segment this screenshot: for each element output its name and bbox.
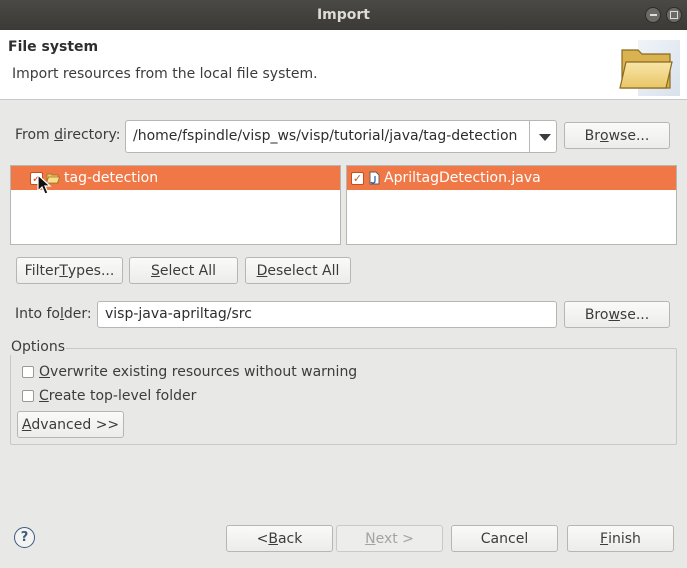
list-item-checkbox[interactable]: ✓ <box>351 171 364 185</box>
deselect-all-button[interactable]: Deselect All <box>245 257 351 284</box>
create-top-level-option[interactable]: Create top-level folder <box>22 388 196 404</box>
chevron-down-icon[interactable] <box>539 134 551 141</box>
advanced-button[interactable]: Advanced >> <box>17 411 124 438</box>
from-directory-input[interactable]: /home/fspindle/visp_ws/visp/tutorial/jav… <box>133 128 517 144</box>
create-top-level-label: Create top-level folder <box>39 388 197 404</box>
next-button[interactable]: Next > <box>336 525 443 552</box>
java-file-icon <box>369 171 380 185</box>
into-folder-input[interactable]: visp-java-apriltag/src <box>97 301 557 328</box>
file-list[interactable]: ✓ ApriltagDetection.java <box>346 165 677 245</box>
folder-banner-icon <box>619 40 680 96</box>
tree-item-label: tag-detection <box>64 170 159 186</box>
page-description: Import resources from the local file sys… <box>12 66 318 82</box>
title-bar[interactable]: Import <box>0 0 687 30</box>
browse-directory-button[interactable]: Br o wse... <box>564 122 670 149</box>
page-title: File system <box>8 39 99 55</box>
combo-separator <box>529 121 530 152</box>
into-folder-value[interactable]: visp-java-apriltag/src <box>105 306 252 322</box>
mouse-cursor-icon <box>37 174 52 195</box>
from-directory-combo[interactable]: /home/fspindle/visp_ws/visp/tutorial/jav… <box>125 120 557 153</box>
overwrite-checkbox[interactable] <box>22 366 34 378</box>
cancel-button[interactable]: Cancel <box>451 525 558 552</box>
folder-tree[interactable]: ✓ tag-detection <box>10 165 341 245</box>
wizard-header: File system Import resources from the lo… <box>0 30 687 100</box>
back-button[interactable]: < Back <box>226 525 333 552</box>
options-group-label: Options <box>10 339 67 355</box>
list-item-apriltagdetection[interactable]: ✓ ApriltagDetection.java <box>347 166 676 190</box>
select-all-button[interactable]: Select All <box>129 257 238 284</box>
filter-types-button[interactable]: Filter Types... <box>16 257 123 284</box>
tree-item-tag-detection[interactable]: ✓ tag-detection <box>11 166 340 190</box>
overwrite-option[interactable]: Overwrite existing resources without war… <box>22 364 357 380</box>
from-directory-label: From directory: <box>15 127 121 143</box>
maximize-icon[interactable] <box>666 7 682 23</box>
into-folder-label: Into folder: <box>15 306 92 322</box>
overwrite-label: Overwrite existing resources without war… <box>39 364 358 380</box>
create-top-level-checkbox[interactable] <box>22 390 34 402</box>
import-dialog: Import File system Import resources from… <box>0 0 687 568</box>
help-icon[interactable]: ? <box>14 527 35 548</box>
window-title: Import <box>316 7 371 23</box>
minimize-icon[interactable] <box>645 7 661 23</box>
browse-folder-button[interactable]: Bro w se... <box>564 301 670 328</box>
list-item-label: ApriltagDetection.java <box>384 170 541 186</box>
finish-button[interactable]: Finish <box>567 525 674 552</box>
